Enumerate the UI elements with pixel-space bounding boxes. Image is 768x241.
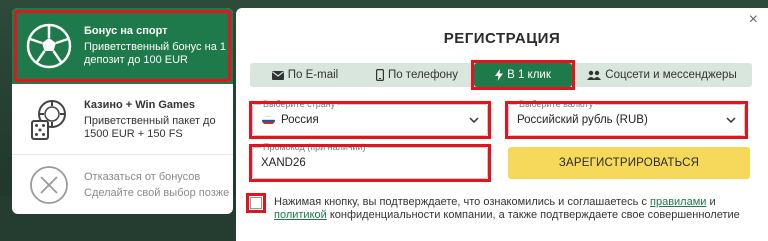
bonus-panel: Бонус на спорт Приветственный бонус на 1… [12, 8, 233, 214]
consent-text: Нажимая кнопку, вы подтверждаете, что оз… [274, 196, 755, 221]
modal-title: РЕГИСТРАЦИЯ [443, 30, 561, 47]
currency-label: Выберите валюту [517, 99, 596, 109]
tab-email-label: По E-mail [287, 69, 339, 81]
users-icon [587, 70, 602, 80]
registration-tabs: По E-mail По телефону В 1 клик Соцсети и… [250, 60, 752, 90]
tab-email[interactable]: По E-mail [250, 63, 360, 87]
chevron-down-icon [469, 117, 479, 123]
currency-select[interactable]: Выберите валюту Российский рубль (RUB) [505, 99, 748, 139]
bonus-casino-desc: Приветственный пакет до 1500 EUR + 150 F… [84, 114, 216, 140]
policy-link[interactable]: политикой [274, 209, 327, 221]
bonus-sport-title: Бонус на спорт [84, 25, 168, 37]
casino-chips-icon [25, 96, 73, 144]
soccer-ball-icon [25, 22, 73, 70]
consent-and: и [706, 196, 716, 208]
bonus-sport-desc: Приветственный бонус на 1 депозит до 100… [84, 41, 226, 66]
phone-icon [375, 69, 384, 81]
close-button[interactable]: × [749, 12, 758, 28]
promo-value: XAND26 [261, 157, 306, 169]
tab-phone[interactable]: По телефону [360, 63, 474, 87]
lightning-icon [495, 69, 504, 81]
tab-phone-label: По телефону [387, 69, 459, 81]
bonus-decline-desc: Сделайте свой выбор позже [84, 186, 230, 199]
country-value: Россия [281, 114, 319, 126]
envelope-icon [271, 70, 284, 80]
bonus-option-decline[interactable]: Отказаться от бонусов Сделайте свой выбо… [12, 156, 233, 214]
consent-checkbox[interactable] [246, 193, 266, 213]
promo-code-field[interactable]: Промокод (при наличии) XAND26 [249, 142, 491, 182]
currency-value: Российский рубль (RUB) [517, 114, 648, 126]
bonus-decline-title: Отказаться от бонусов [84, 170, 201, 183]
bonus-option-sport[interactable]: Бонус на спорт Приветственный бонус на 1… [12, 8, 233, 84]
country-select[interactable]: Выберите страну Россия [249, 99, 491, 139]
consent-before: Нажимая кнопку, вы подтверждаете, что оз… [274, 196, 650, 208]
rules-link[interactable]: правилами [650, 196, 706, 208]
register-button[interactable]: ЗАРЕГИСТРИРОВАТЬСЯ [508, 147, 750, 179]
consent-after: конфиденциальности компании, а также под… [326, 208, 740, 221]
chevron-down-icon [726, 117, 736, 123]
bonus-option-casino[interactable]: Казино + Win Games Приветственный пакет … [12, 85, 233, 155]
tab-one-click[interactable]: В 1 клик [471, 60, 575, 90]
close-circle-icon [25, 161, 73, 209]
bonus-casino-title: Казино + Win Games [84, 98, 196, 111]
registration-modal: × РЕГИСТРАЦИЯ По E-mail По телефону В 1 … [236, 8, 768, 241]
consent-row: Нажимая кнопку, вы подтверждаете, что оз… [246, 193, 755, 221]
promo-label: Промокод (при наличии) [261, 142, 368, 152]
tab-social[interactable]: Соцсети и мессенджеры [572, 63, 752, 87]
country-label: Выберите страну [261, 99, 338, 109]
tab-social-label: Соцсети и мессенджеры [605, 69, 737, 81]
tab-one-click-label: В 1 клик [507, 69, 551, 81]
